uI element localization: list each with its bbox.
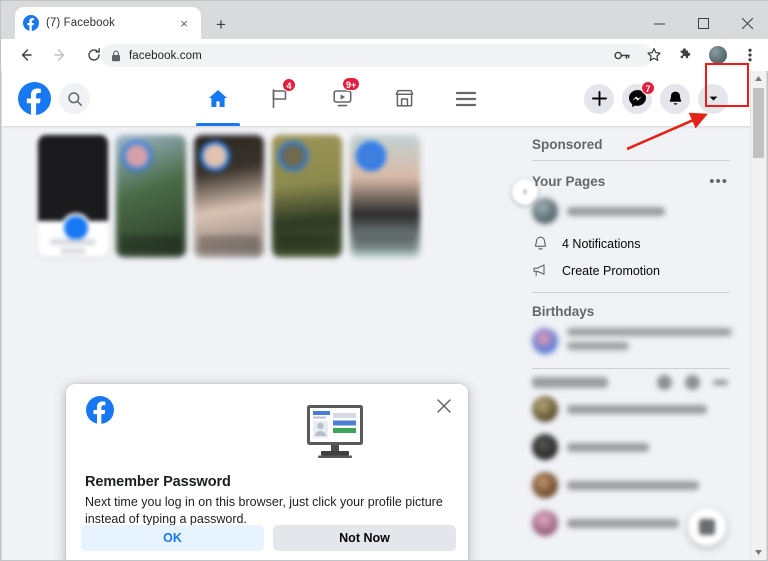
stories-row: ›	[38, 135, 538, 257]
contact-name-blurred	[567, 404, 707, 414]
contact-avatar	[532, 434, 558, 460]
scrollbar-thumb[interactable]	[753, 88, 764, 158]
your-pages-header: Your Pages •••	[522, 163, 740, 192]
dialog-title: Remember Password	[85, 474, 231, 490]
sidebar-divider	[532, 292, 730, 293]
scroll-down-arrow-icon[interactable]	[751, 545, 766, 560]
page-avatar	[532, 198, 558, 224]
sidebar-divider	[532, 160, 730, 161]
tab-title: (7) Facebook	[46, 17, 115, 29]
birthday-text-blurred	[567, 328, 732, 354]
page-scrollbar[interactable]	[750, 71, 766, 560]
dialog-facebook-logo-icon	[86, 396, 114, 424]
contact-list-item[interactable]	[522, 390, 740, 428]
screenshot-root: (7) Facebook × + facebook.com 4 9+ 7 › S…	[0, 0, 768, 561]
nav-item-home[interactable]	[187, 71, 249, 126]
create-promotion-label: Create Promotion	[562, 263, 660, 278]
facebook-nav-items: 4 9+	[187, 71, 497, 126]
lock-icon	[111, 50, 121, 62]
remember-password-dialog: Remember Password Next time you log in o…	[66, 384, 468, 560]
story-card[interactable]	[272, 135, 342, 257]
nav-item-menu[interactable]	[435, 71, 497, 126]
nav-item-pages[interactable]: 4	[249, 71, 311, 126]
page-name-blurred	[567, 206, 665, 216]
annotation-arrow-icon	[626, 112, 708, 151]
monitor-login-illustration-icon	[304, 404, 366, 465]
browser-titlebar: (7) Facebook × +	[1, 1, 768, 39]
nav-badge-watch: 9+	[342, 77, 361, 91]
browser-tab[interactable]: (7) Facebook ×	[15, 7, 201, 39]
your-pages-more-icon[interactable]: •••	[709, 173, 728, 190]
contacts-search-icon[interactable]	[685, 375, 700, 390]
contacts-title-blurred	[532, 377, 608, 388]
create-button[interactable]	[584, 83, 614, 114]
contacts-header	[522, 371, 740, 390]
window-maximize-button[interactable]	[681, 7, 725, 39]
avatar-icon[interactable]	[703, 40, 733, 70]
scroll-up-arrow-icon[interactable]	[751, 71, 766, 86]
browser-toolbar: facebook.com	[1, 39, 768, 71]
nav-item-marketplace[interactable]	[373, 71, 435, 126]
dialog-body-text: Next time you log in on this browser, ju…	[85, 495, 443, 526]
address-bar[interactable]: facebook.com	[101, 44, 653, 67]
birthday-avatar	[532, 328, 558, 354]
contacts-video-icon[interactable]	[657, 375, 672, 390]
contact-avatar	[532, 472, 558, 498]
nav-item-watch[interactable]: 9+	[311, 71, 373, 126]
dialog-ok-button[interactable]: OK	[81, 525, 264, 551]
contact-avatar	[532, 396, 558, 422]
chat-floating-button[interactable]	[688, 508, 726, 546]
three-dot-menu-icon[interactable]	[735, 40, 765, 70]
window-controls	[637, 7, 768, 39]
create-promotion-row[interactable]: Create Promotion	[522, 257, 740, 284]
bell-outline-icon	[532, 235, 554, 252]
megaphone-icon	[532, 262, 554, 279]
birthday-item[interactable]	[522, 322, 740, 360]
story-card[interactable]	[194, 135, 264, 257]
your-pages-title: Your Pages	[532, 174, 606, 189]
story-card[interactable]	[116, 135, 186, 257]
messenger-badge: 7	[641, 80, 655, 95]
browser-window: (7) Facebook × + facebook.com 4 9+ 7 › S…	[0, 0, 768, 561]
window-minimize-button[interactable]	[637, 7, 681, 39]
right-sidebar: Sponsored Your Pages ••• 4 Notifications	[522, 126, 740, 560]
contact-name-blurred	[567, 442, 649, 452]
search-icon[interactable]	[59, 83, 90, 114]
contact-list-item[interactable]	[522, 466, 740, 504]
sidebar-divider	[532, 368, 730, 369]
birthdays-title: Birthdays	[532, 304, 595, 319]
facebook-logo-icon[interactable]	[18, 82, 51, 115]
page-list-item[interactable]	[522, 192, 740, 230]
address-bar-url: facebook.com	[129, 49, 202, 62]
new-tab-button[interactable]: +	[209, 12, 233, 36]
nav-badge-pages: 4	[282, 78, 296, 92]
page-notifications-label: 4 Notifications	[562, 236, 641, 251]
dialog-close-icon[interactable]	[432, 394, 456, 418]
window-close-button[interactable]	[725, 7, 768, 39]
puzzle-icon[interactable]	[671, 40, 701, 70]
back-button[interactable]	[11, 40, 41, 70]
dialog-actions: OK Not Now	[81, 525, 456, 551]
contact-name-blurred	[567, 518, 679, 528]
dialog-not-now-button[interactable]: Not Now	[273, 525, 456, 551]
contact-name-blurred	[567, 480, 699, 490]
contacts-more-icon[interactable]	[713, 380, 728, 385]
forward-button[interactable]	[45, 40, 75, 70]
contact-avatar	[532, 510, 558, 536]
story-card[interactable]	[350, 135, 420, 257]
contacts-header-icons	[657, 375, 728, 390]
facebook-favicon-icon	[23, 15, 39, 31]
create-story-card[interactable]	[38, 135, 108, 257]
tab-strip: (7) Facebook × +	[1, 7, 768, 39]
page-notifications-row[interactable]: 4 Notifications	[522, 230, 740, 257]
star-icon[interactable]	[639, 40, 669, 70]
key-icon[interactable]	[607, 40, 637, 70]
tab-close-icon[interactable]: ×	[175, 14, 193, 32]
contact-list-item[interactable]	[522, 428, 740, 466]
toolbar-right-actions	[605, 40, 765, 70]
